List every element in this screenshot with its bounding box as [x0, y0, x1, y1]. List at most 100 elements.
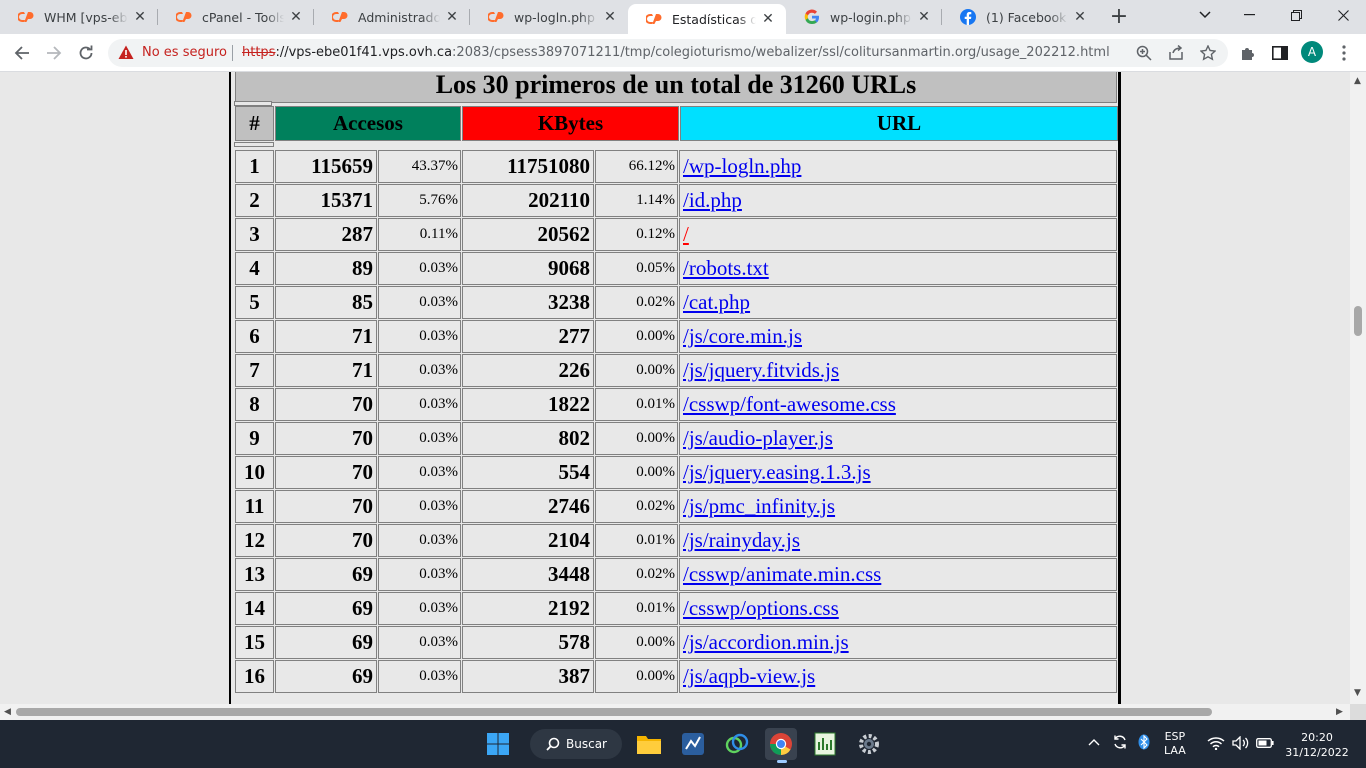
column-header-url: URL — [680, 106, 1118, 141]
scroll-right-arrow-icon[interactable]: ▶ — [1336, 707, 1343, 717]
url-link[interactable]: /cat.php — [683, 290, 750, 314]
url-link[interactable]: /js/rainyday.js — [683, 528, 800, 552]
zoom-button[interactable] — [1132, 41, 1156, 65]
url-link[interactable]: /robots.txt — [683, 256, 769, 280]
taskbar-file-explorer[interactable] — [633, 728, 665, 760]
report-title: Los 30 primeros de un total de 31260 URL… — [235, 72, 1117, 103]
url-link[interactable]: /js/pmc_infinity.js — [683, 494, 835, 518]
volume-icon[interactable] — [1232, 735, 1250, 753]
hits-percent: 0.03% — [378, 456, 461, 489]
browser-tab[interactable]: Estadísticas de us✕ — [628, 4, 786, 34]
forward-arrow-icon — [47, 46, 62, 60]
taskbar-settings[interactable] — [853, 728, 885, 760]
url-link[interactable]: /js/aqpb-view.js — [683, 664, 815, 688]
security-status[interactable]: No es seguro — [142, 45, 227, 60]
restore-button[interactable] — [1273, 0, 1319, 30]
url-link[interactable]: /csswp/animate.min.css — [683, 562, 881, 586]
taskbar-search[interactable]: Buscar — [530, 729, 622, 759]
language-code: ESP — [1164, 730, 1186, 743]
horizontal-scroll-thumb[interactable] — [16, 708, 1212, 716]
url-link[interactable]: / — [683, 222, 689, 246]
share-button[interactable] — [1164, 41, 1188, 65]
hits-count: 70 — [275, 388, 377, 421]
start-button[interactable] — [482, 728, 514, 760]
vertical-scroll-thumb[interactable] — [1354, 306, 1362, 336]
url-link[interactable]: /js/audio-player.js — [683, 426, 833, 450]
kbytes-count: 2192 — [462, 592, 594, 625]
wifi-icon[interactable] — [1207, 736, 1225, 753]
tab-close-icon[interactable]: ✕ — [132, 9, 148, 25]
url-text[interactable]: https://vps-ebe01f41.vps.ovh.ca:2083/cps… — [242, 45, 1110, 60]
url-link[interactable]: /csswp/font-awesome.css — [683, 392, 896, 416]
row-number: 3 — [235, 218, 274, 251]
scroll-up-arrow-icon[interactable]: ▲ — [1354, 76, 1361, 86]
browser-tab[interactable]: Administrador de✕ — [314, 0, 470, 34]
clock-time: 20:20 — [1301, 731, 1333, 744]
tab-close-icon[interactable]: ✕ — [444, 9, 460, 25]
bluetooth-icon[interactable] — [1138, 734, 1150, 753]
url-link[interactable]: /csswp/options.css — [683, 596, 839, 620]
vertical-scrollbar[interactable]: ▲ ▼ — [1350, 72, 1366, 704]
browser-tab[interactable]: wp-login.php - B✕ — [786, 0, 942, 34]
url-cell: /csswp/animate.min.css — [679, 558, 1117, 591]
back-button[interactable] — [10, 41, 34, 65]
hits-count: 71 — [275, 354, 377, 387]
side-panel-button[interactable] — [1268, 41, 1292, 65]
sync-icon[interactable] — [1112, 734, 1128, 753]
bookmark-button[interactable] — [1196, 41, 1220, 65]
kbytes-count: 202110 — [462, 184, 594, 217]
row-number: 7 — [235, 354, 274, 387]
battery-icon[interactable] — [1256, 738, 1274, 751]
minimize-button[interactable] — [1226, 0, 1272, 30]
browser-tab[interactable]: (1) Facebook ✕ — [942, 0, 1098, 34]
forward-button[interactable] — [42, 41, 66, 65]
zoom-icon — [1136, 45, 1152, 61]
warning-icon — [118, 45, 134, 59]
browser-tab[interactable]: wp-logln.php - A✕ — [470, 0, 628, 34]
scroll-down-arrow-icon[interactable]: ▼ — [1354, 688, 1361, 698]
row-number: 8 — [235, 388, 274, 421]
tab-close-icon[interactable]: ✕ — [916, 9, 932, 25]
url-link[interactable]: /wp-logln.php — [683, 154, 801, 178]
url-link[interactable]: /js/jquery.fitvids.js — [683, 358, 839, 382]
taskbar-app-2[interactable] — [677, 728, 709, 760]
url-link[interactable]: /js/jquery.easing.1.3.js — [683, 460, 871, 484]
row-number: 2 — [235, 184, 274, 217]
row-number: 10 — [235, 456, 274, 489]
tab-close-icon[interactable]: ✕ — [602, 9, 618, 25]
app-icon — [814, 732, 836, 756]
browser-tab[interactable]: cPanel - Tools ✕ — [158, 0, 314, 34]
new-tab-button[interactable]: + — [1106, 5, 1132, 31]
hits-count: 287 — [275, 218, 377, 251]
share-icon — [1169, 45, 1183, 60]
scroll-left-arrow-icon[interactable]: ◀ — [4, 707, 11, 717]
url-link[interactable]: /js/accordion.min.js — [683, 630, 849, 654]
clock[interactable]: 20:20 31/12/2022 — [1284, 730, 1350, 760]
taskbar-app-3[interactable] — [721, 728, 753, 760]
close-window-button[interactable] — [1320, 0, 1366, 30]
hits-count: 70 — [275, 490, 377, 523]
url-link[interactable]: /id.php — [683, 188, 742, 212]
tray-overflow-icon[interactable] — [1088, 736, 1100, 749]
close-icon — [1337, 9, 1349, 21]
tab-close-icon[interactable]: ✕ — [1072, 9, 1088, 25]
taskbar-chrome[interactable] — [765, 728, 797, 763]
horizontal-scrollbar[interactable]: ◀ ▶ — [0, 704, 1350, 720]
puzzle-icon — [1242, 48, 1254, 60]
address-bar[interactable]: No es seguro https://vps-ebe01f41.vps.ov… — [108, 39, 1228, 67]
tab-search-button[interactable] — [1182, 0, 1228, 30]
row-number: 13 — [235, 558, 274, 591]
extensions-button[interactable] — [1236, 41, 1260, 65]
menu-button[interactable] — [1332, 41, 1356, 65]
url-link[interactable]: /js/core.min.js — [683, 324, 802, 348]
taskbar-app-5[interactable] — [809, 728, 841, 760]
tab-close-icon[interactable]: ✕ — [288, 9, 304, 25]
reload-button[interactable] — [74, 41, 98, 65]
browser-tab[interactable]: WHM [vps-ebe01f41✕ — [0, 0, 158, 34]
profile-avatar[interactable]: A — [1301, 41, 1323, 63]
input-language[interactable]: ESP LAA — [1164, 730, 1186, 758]
tab-close-icon[interactable]: ✕ — [760, 11, 776, 27]
hits-percent: 43.37% — [378, 150, 461, 183]
folder-icon — [637, 736, 661, 754]
reload-icon — [79, 45, 93, 60]
